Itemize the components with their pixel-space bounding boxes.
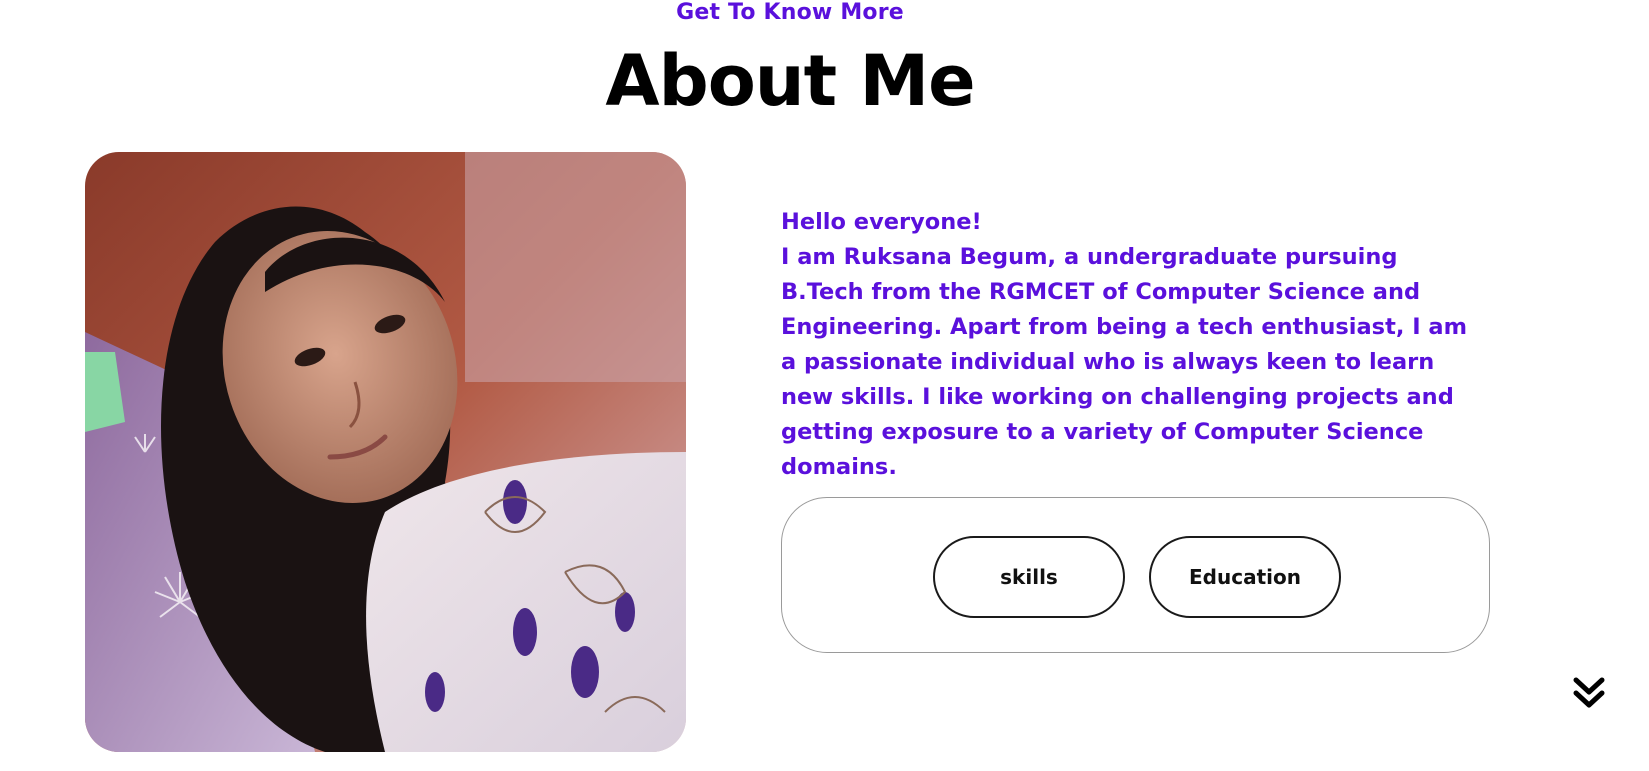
double-chevron-down-icon[interactable] xyxy=(1572,676,1606,710)
intro-greeting: Hello everyone! xyxy=(781,209,982,235)
profile-photo xyxy=(85,152,686,752)
intro-text: Hello everyone! I am Ruksana Begum, a un… xyxy=(781,205,1481,485)
section-title: About Me xyxy=(605,40,975,122)
button-container: skills Education xyxy=(781,497,1490,653)
intro-body: I am Ruksana Begum, a undergraduate purs… xyxy=(781,244,1468,480)
section-eyebrow: Get To Know More xyxy=(676,0,904,25)
skills-button[interactable]: skills xyxy=(933,536,1125,618)
education-button[interactable]: Education xyxy=(1149,536,1341,618)
